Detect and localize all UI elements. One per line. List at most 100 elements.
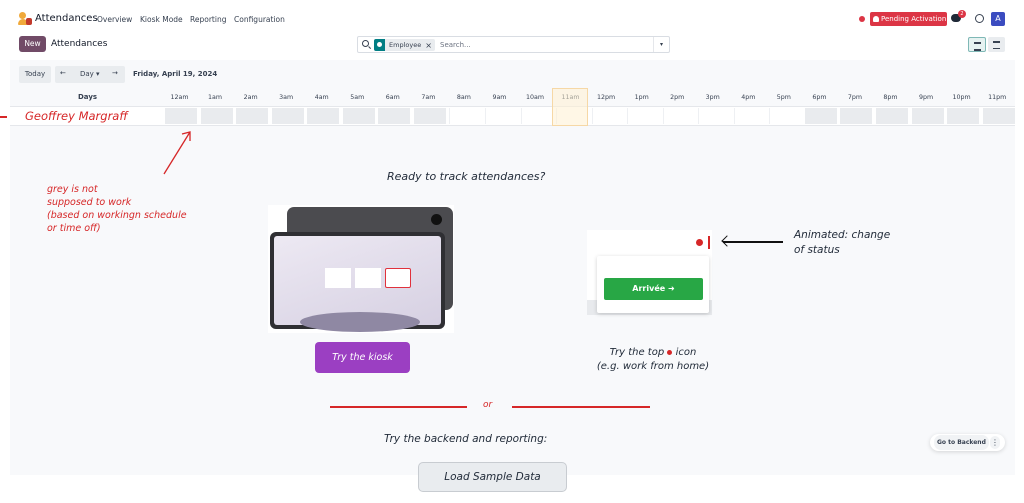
hour-header: 6am: [385, 94, 400, 101]
current-date: Friday, April 19, 2024: [133, 70, 218, 78]
chat-count-badge: 2: [958, 10, 966, 18]
working-hours-cell[interactable]: [627, 108, 660, 124]
note-line: Animated: change: [794, 229, 891, 241]
top-navbar: Attendances Overview Kiosk Mode Reportin…: [0, 0, 1024, 36]
search-input[interactable]: [440, 39, 640, 51]
bell-icon: [873, 16, 879, 22]
hour-header: 1am: [208, 94, 223, 101]
hour-header: 7am: [421, 94, 436, 101]
hour-header: 4am: [314, 94, 329, 101]
hour-header: 3am: [279, 94, 294, 101]
gantt-navigation: ← Day ▾ →: [55, 66, 125, 83]
note-text: Try the top: [609, 347, 665, 358]
remove-facet-icon[interactable]: ×: [425, 41, 435, 50]
facet-label: Employee: [389, 41, 422, 49]
activity-clock-icon[interactable]: [975, 14, 984, 23]
hour-header: 4pm: [741, 94, 756, 101]
working-hours-cell[interactable]: [591, 108, 624, 124]
list-view-button[interactable]: [988, 37, 1005, 52]
ready-title: Ready to track attendances?: [387, 170, 546, 183]
hour-header: 2pm: [670, 94, 685, 101]
search-icon[interactable]: [362, 40, 369, 47]
pending-activation-badge[interactable]: Pending Activation: [870, 12, 947, 26]
hour-header: 1pm: [634, 94, 649, 101]
hour-header: 12pm: [597, 94, 616, 101]
previous-arrow-icon[interactable]: ←: [60, 69, 66, 77]
menu-kiosk-mode[interactable]: Kiosk Mode: [140, 15, 183, 24]
off-hours-cell[interactable]: [271, 108, 304, 124]
note-line: (e.g. work from home): [596, 361, 710, 372]
backend-note: Try the backend and reporting:: [384, 433, 548, 445]
hour-header: 9pm: [918, 94, 934, 101]
hour-header: 7pm: [847, 94, 862, 101]
menu-configuration[interactable]: Configuration: [234, 15, 285, 24]
red-dot-icon: [667, 349, 673, 355]
search-options-toggle[interactable]: ▾: [653, 37, 669, 52]
load-sample-data-button[interactable]: Load Sample Data: [418, 462, 567, 492]
tablet-wallpaper-arc: [300, 312, 420, 332]
animated-note: Animated: change of status: [794, 228, 890, 258]
off-hours-cell[interactable]: [165, 108, 197, 124]
hour-header: 8pm: [883, 94, 898, 101]
camera-icon: [431, 214, 442, 225]
note-text: icon: [675, 347, 697, 358]
kiosk-option-card-selected: [385, 268, 411, 288]
working-hours-cell[interactable]: [662, 108, 695, 124]
row-header-label: Days: [78, 93, 98, 101]
hour-header: 6pm: [812, 94, 827, 101]
working-hours-cell[interactable]: [733, 108, 766, 124]
off-hours-cell[interactable]: [236, 108, 269, 124]
hour-header: 11pm: [988, 94, 1007, 101]
divider-right: [512, 406, 650, 408]
working-hours-cell[interactable]: [769, 108, 802, 124]
new-button[interactable]: New: [19, 36, 46, 52]
scale-dropdown[interactable]: Day ▾: [80, 70, 100, 78]
next-arrow-icon[interactable]: →: [112, 69, 118, 77]
user-avatar[interactable]: A: [991, 12, 1005, 26]
employee-filter-facet: Employee ×: [374, 39, 435, 51]
kiosk-option-card: [325, 268, 351, 288]
note-line: grey is not: [47, 184, 98, 195]
kiosk-option-card: [355, 268, 381, 288]
or-label: or: [483, 400, 493, 410]
note-line: of status: [794, 244, 840, 256]
group-by-icon: [374, 39, 385, 51]
app-name[interactable]: Attendances: [35, 13, 98, 24]
search-bar: Employee × ▾: [357, 36, 670, 53]
grey-hours-note: grey is not supposed to work (based on w…: [47, 183, 187, 235]
menu-overview[interactable]: Overview: [97, 15, 132, 24]
off-hours-cell[interactable]: [307, 108, 340, 124]
go-to-backend-button[interactable]: Go to Backend: [934, 435, 989, 450]
arrive-button: Arrivée ➜: [604, 278, 703, 300]
note-line: supposed to work: [47, 197, 132, 208]
off-hours-cell[interactable]: [378, 108, 411, 124]
today-button[interactable]: Today: [19, 66, 51, 83]
pending-activation-label: Pending Activation: [881, 15, 947, 23]
note-line: or time off): [47, 223, 101, 234]
off-hours-cell[interactable]: [982, 108, 1015, 124]
divider-left: [330, 406, 467, 408]
off-hours-cell[interactable]: [840, 108, 873, 124]
attendances-app-icon[interactable]: [18, 12, 32, 26]
menu-reporting[interactable]: Reporting: [190, 15, 226, 24]
off-hours-cell[interactable]: [413, 108, 446, 124]
working-hours-cell[interactable]: [484, 108, 517, 124]
gantt-view-button[interactable]: [968, 37, 986, 52]
attendance-status-dot-icon[interactable]: [859, 16, 865, 22]
working-hours-cell[interactable]: [449, 108, 482, 124]
off-hours-cell[interactable]: [200, 108, 233, 124]
try-kiosk-button[interactable]: Try the kiosk: [315, 342, 410, 373]
status-bar-icon: [708, 236, 710, 249]
working-hours-cell[interactable]: [698, 108, 731, 124]
off-hours-cell[interactable]: [947, 108, 980, 124]
annotation-arrow-icon: [0, 116, 7, 118]
status-dot-icon: [696, 239, 703, 246]
more-options-icon[interactable]: ⋮: [990, 436, 1000, 449]
off-hours-cell[interactable]: [804, 108, 837, 124]
off-hours-cell[interactable]: [342, 108, 375, 124]
working-hours-cell[interactable]: [520, 108, 553, 124]
off-hours-cell[interactable]: [911, 108, 944, 124]
hour-header: 2am: [243, 94, 258, 101]
hour-header: 10pm: [952, 94, 971, 101]
off-hours-cell[interactable]: [876, 108, 908, 124]
